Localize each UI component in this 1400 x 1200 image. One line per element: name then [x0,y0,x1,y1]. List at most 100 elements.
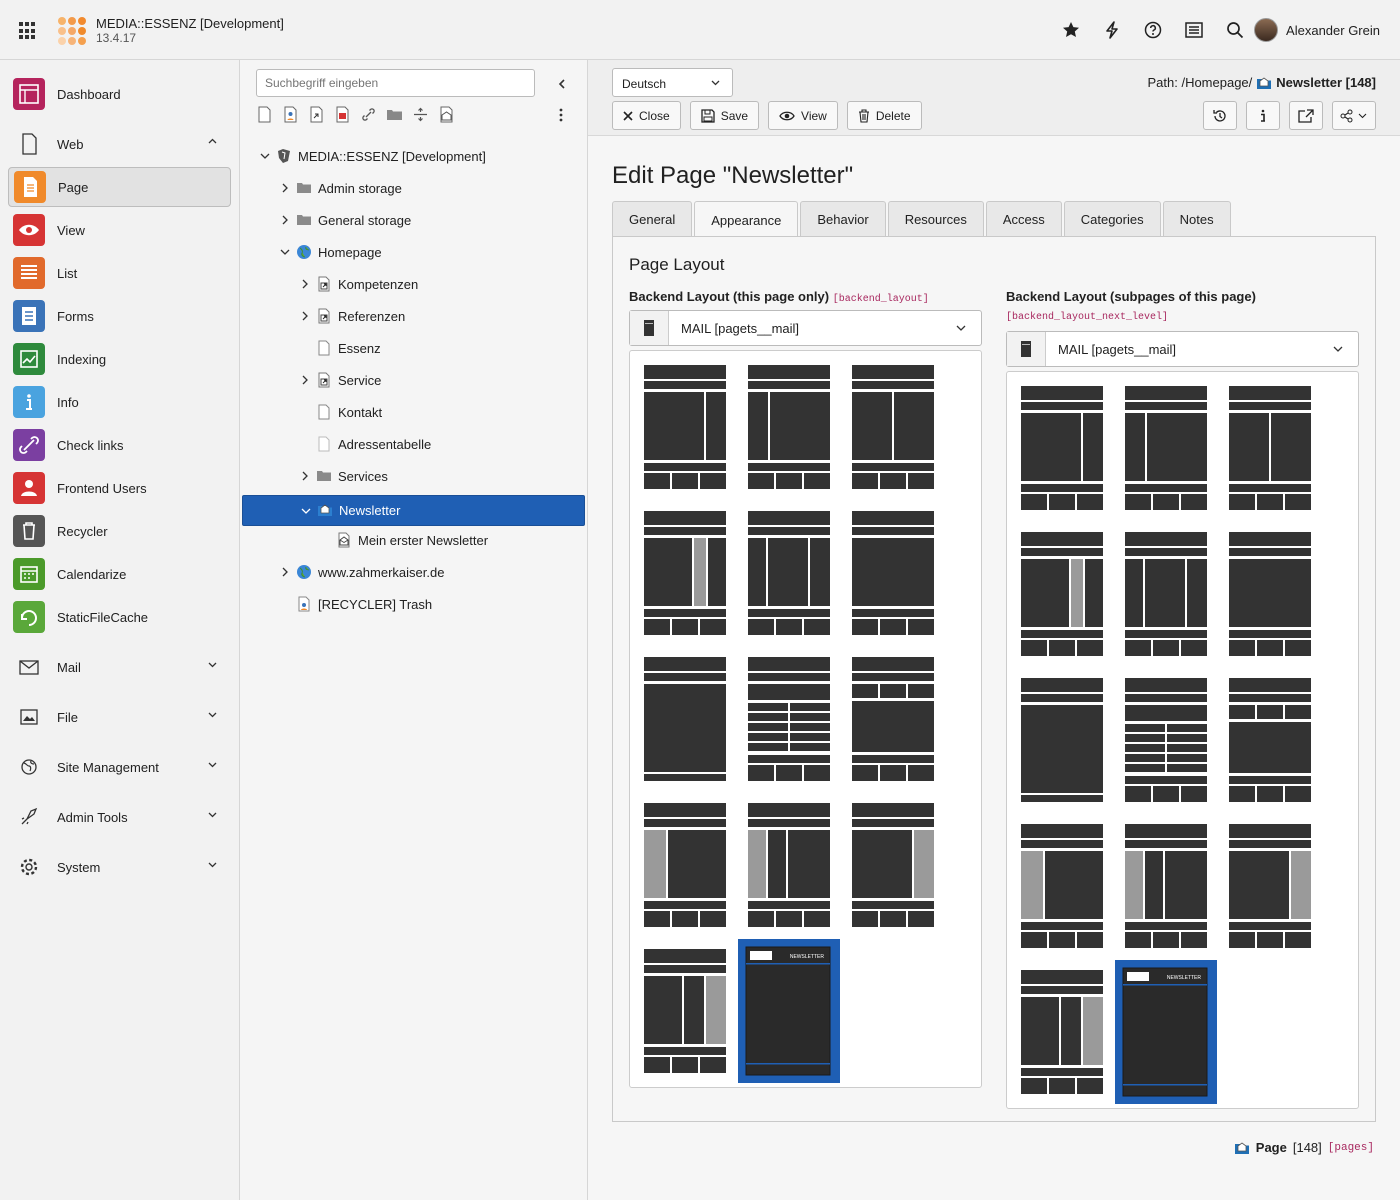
layout-option[interactable] [1125,386,1207,510]
layout-option[interactable] [748,657,830,781]
tab-notes[interactable]: Notes [1162,201,1231,237]
module-indexing[interactable]: Indexing [8,339,231,379]
chevron-right-icon[interactable] [278,181,292,195]
view-button[interactable]: View [768,101,838,130]
chevron-right-icon[interactable] [278,565,292,579]
module-dashboard[interactable]: Dashboard [8,74,231,114]
layout-option[interactable] [852,365,934,489]
path-page[interactable]: Newsletter [148] [1276,75,1376,90]
chevron-right-icon[interactable] [298,309,312,323]
tree-node[interactable]: Service [298,365,381,395]
layout-option-mail-selected[interactable]: NEWSLETTER [1115,960,1217,1104]
chevron-down-icon[interactable] [299,504,313,518]
module-info[interactable]: Info [8,382,231,422]
layout-option[interactable] [1125,532,1207,656]
save-button[interactable]: Save [689,101,760,130]
layout-option[interactable] [1021,824,1103,948]
new-folder-icon[interactable] [386,106,403,123]
module-recycler[interactable]: Recycler [8,511,231,551]
layout-option[interactable] [644,949,726,1073]
module-site-management[interactable]: Site Management [8,747,231,787]
layout-option[interactable] [1229,386,1311,510]
module-view[interactable]: View [8,210,231,250]
layout-option[interactable] [1021,678,1103,802]
apps-icon[interactable] [19,22,37,40]
open-new-window-icon[interactable] [1289,101,1323,130]
layout-option[interactable] [644,511,726,635]
help-icon[interactable] [1143,20,1162,39]
layout-option[interactable] [852,803,934,927]
tree-node[interactable]: Kompetenzen [298,269,418,299]
new-link-icon[interactable] [360,106,377,123]
tree-node[interactable]: www.zahmerkaiser.de [278,557,444,587]
search-icon[interactable] [1225,20,1244,39]
history-icon[interactable] [1203,101,1237,130]
tab-access[interactable]: Access [985,201,1062,237]
chevron-down-icon[interactable] [258,149,272,163]
layout-option[interactable] [1021,970,1103,1094]
tab-resources[interactable]: Resources [887,201,984,237]
new-external-link-icon[interactable] [334,106,351,123]
tree-more-icon[interactable] [553,106,569,124]
tree-node[interactable]: Newsletter [242,495,585,526]
bolt-icon[interactable] [1102,20,1121,39]
chevron-down-icon[interactable] [278,245,292,259]
module-check-links[interactable]: Check links [8,425,231,465]
tree-node[interactable]: MEDIA::ESSENZ [Development] [258,141,486,171]
module-system[interactable]: System [8,847,231,887]
chevron-right-icon[interactable] [298,277,312,291]
chevron-right-icon[interactable] [298,373,312,387]
module-web[interactable]: Web [8,124,231,164]
layout-option[interactable] [1229,678,1311,802]
layout-option-mail-selected[interactable]: NEWSLETTER [738,939,840,1083]
tree-node[interactable]: Essenz [298,333,381,363]
new-page-icon[interactable] [256,106,273,123]
module-forms[interactable]: Forms [8,296,231,336]
tree-node[interactable]: [RECYCLER] Trash [278,589,432,619]
tree-node[interactable]: Adressentabelle [298,429,431,459]
tree-node[interactable]: Kontakt [298,397,382,427]
module-staticfilecache[interactable]: StaticFileCache [8,597,231,637]
list-icon[interactable] [1184,20,1203,39]
new-shortcut-icon[interactable] [308,106,325,123]
layout-option[interactable] [644,365,726,489]
backend-layout-select[interactable]: MAIL [pagets__mail] [629,310,982,346]
module-page[interactable]: Page [8,167,231,207]
layout-option[interactable] [1021,532,1103,656]
module-mail[interactable]: Mail [8,647,231,687]
layout-option[interactable] [748,365,830,489]
layout-option[interactable] [1125,824,1207,948]
tree-node[interactable]: Services [298,461,388,491]
bookmark-star-icon[interactable] [1061,20,1080,39]
layout-option[interactable] [852,511,934,635]
backend-layout-next-level-select[interactable]: MAIL [pagets__mail] [1006,331,1359,367]
module-file[interactable]: File [8,697,231,737]
new-spacer-icon[interactable] [412,106,429,123]
tab-behavior[interactable]: Behavior [800,201,886,237]
layout-option[interactable] [748,803,830,927]
layout-option[interactable] [1229,532,1311,656]
tree-node[interactable]: Mein erster Newsletter [318,525,488,555]
module-calendarize[interactable]: Calendarize [8,554,231,594]
layout-option[interactable] [1125,678,1207,802]
tab-general[interactable]: General [612,201,693,237]
language-select[interactable]: Deutsch [612,68,733,97]
chevron-right-icon[interactable] [298,469,312,483]
delete-button[interactable]: Delete [846,101,922,130]
layout-option[interactable] [748,511,830,635]
layout-option[interactable] [1021,386,1103,510]
layout-option[interactable] [644,803,726,927]
new-backend-user-section-icon[interactable] [282,106,299,123]
tab-appearance[interactable]: Appearance [694,201,799,238]
layout-option[interactable] [852,657,934,781]
layout-option[interactable] [644,657,726,781]
module-admin-tools[interactable]: Admin Tools [8,797,231,837]
share-icon[interactable] [1332,101,1376,130]
close-button[interactable]: Close [612,101,681,130]
tree-node[interactable]: Homepage [278,237,382,267]
module-frontend-users[interactable]: Frontend Users [8,468,231,508]
layout-option[interactable] [1229,824,1311,948]
new-mail-page-icon[interactable] [438,106,455,123]
info-icon[interactable] [1246,101,1280,130]
chevron-right-icon[interactable] [278,213,292,227]
